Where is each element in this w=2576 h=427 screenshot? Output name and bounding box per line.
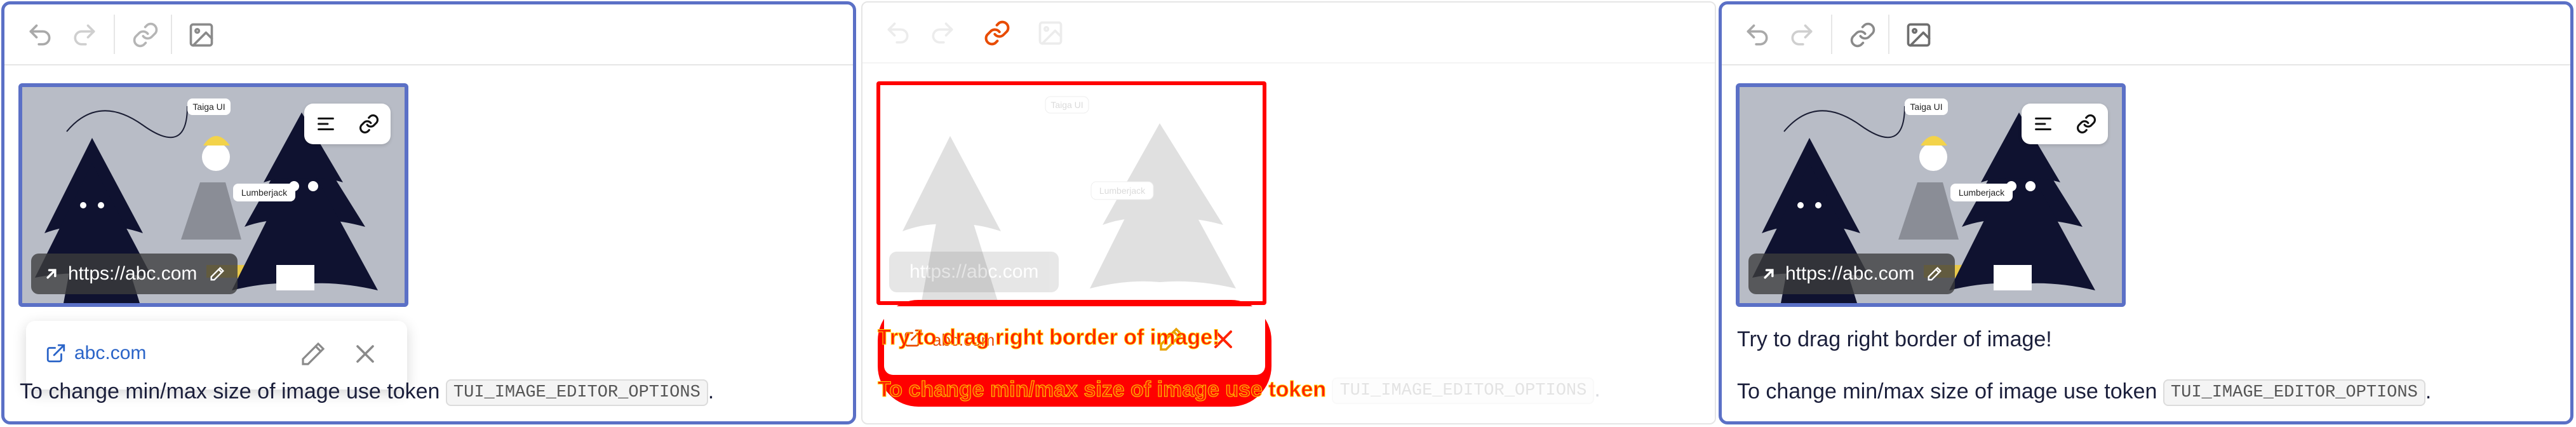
minmax-text: To change min/max size of image use toke… — [1737, 379, 2157, 403]
editor-panel-3: Taiga UI Lumberjack https://abc.com Try … — [1719, 1, 2573, 424]
editor-toolbar — [4, 4, 853, 65]
minmax-paragraph: To change min/max size of image use toke… — [878, 377, 1600, 405]
toolbar-separator — [114, 15, 115, 54]
undo-button[interactable] — [1741, 18, 1774, 51]
editor-panel-1: Taiga UI Lumberjack https://abc.com abc.… — [1, 1, 856, 424]
undo-icon — [29, 24, 51, 46]
image-button[interactable] — [1902, 18, 1935, 51]
external-link-icon — [46, 344, 65, 363]
link-icon[interactable] — [358, 113, 380, 135]
redo-icon — [74, 24, 95, 46]
link-preview-label[interactable]: abc.com — [74, 342, 146, 364]
link-button[interactable] — [1846, 18, 1879, 51]
minmax-text: To change min/max size of image use toke… — [20, 379, 440, 403]
link-icon — [1850, 22, 1875, 48]
lumberjack-label: Lumberjack — [1959, 187, 2005, 198]
undo-icon — [1747, 24, 1768, 46]
close-icon[interactable] — [350, 339, 380, 369]
period: . — [1594, 377, 1600, 402]
align-icon[interactable] — [2032, 113, 2054, 135]
lumberjack-label: Lumberjack — [1099, 186, 1146, 196]
image-button[interactable] — [185, 18, 218, 51]
token-code: TUI_IMAGE_EDITOR_OPTIONS — [2163, 379, 2425, 407]
image-link-url: https://abc.com — [68, 263, 198, 284]
image-link-url: https://abc.com — [1785, 263, 1915, 284]
align-icon[interactable] — [315, 113, 337, 135]
image-link-chip[interactable]: https://abc.com — [889, 252, 1059, 292]
image-button[interactable] — [1034, 17, 1067, 50]
toolbar-separator — [171, 15, 172, 54]
redo-button[interactable] — [926, 17, 959, 50]
undo-button[interactable] — [882, 17, 915, 50]
token-code: TUI_IMAGE_EDITOR_OPTIONS — [1332, 377, 1595, 405]
drag-hint-text: Try to drag right border of image! — [1737, 327, 2052, 351]
redo-icon — [1791, 24, 1813, 46]
image-link-chip[interactable]: https://abc.com — [31, 254, 238, 294]
image-block[interactable]: Taiga UI Lumberjack https://abc.com — [876, 81, 1266, 305]
editor-toolbar — [862, 3, 1715, 64]
minmax-text: To change min/max size of image use toke… — [878, 377, 1327, 402]
editor-panel-2: Taiga UI Lumberjack https://abc.com abc.… — [861, 1, 1716, 424]
redo-button[interactable] — [68, 18, 101, 51]
image-link-chip[interactable]: https://abc.com — [1748, 254, 1955, 294]
image-icon — [189, 23, 213, 47]
image-block[interactable]: Taiga UI Lumberjack https://abc.com — [18, 83, 408, 307]
toolbar-separator — [1888, 15, 1889, 54]
image-block[interactable]: Taiga UI Lumberjack https://abc.com — [1736, 83, 2126, 307]
taiga-ui-label: Taiga UI — [192, 102, 225, 112]
period: . — [708, 379, 714, 403]
undo-button[interactable] — [23, 18, 57, 51]
taiga-ui-label: Taiga UI — [1910, 102, 1942, 112]
minmax-paragraph: To change min/max size of image use toke… — [1737, 379, 2432, 407]
edit-icon[interactable] — [1926, 265, 1943, 283]
image-toolbar — [2022, 104, 2108, 144]
link-icon — [984, 20, 1010, 46]
redo-icon — [932, 22, 953, 44]
link-button[interactable] — [981, 17, 1014, 50]
lumberjack-label: Lumberjack — [241, 187, 288, 198]
arrow-up-right-icon — [1764, 269, 1774, 279]
edit-icon[interactable] — [298, 339, 328, 369]
editor-toolbar — [1722, 4, 2570, 65]
toolbar-separator — [1831, 15, 1832, 54]
link-icon[interactable] — [2076, 113, 2097, 135]
image-toolbar — [304, 104, 391, 144]
period: . — [2425, 379, 2432, 403]
edit-icon[interactable] — [208, 265, 226, 283]
image-link-url: https://abc.com — [909, 261, 1039, 282]
minmax-paragraph: To change min/max size of image use toke… — [20, 379, 714, 407]
token-code: TUI_IMAGE_EDITOR_OPTIONS — [445, 379, 708, 407]
arrow-up-right-icon — [46, 269, 57, 279]
link-icon — [133, 22, 158, 48]
redo-button[interactable] — [1785, 18, 1818, 51]
link-button[interactable] — [129, 18, 162, 51]
taiga-ui-label: Taiga UI — [1050, 100, 1083, 110]
drag-hint-text: Try to drag right border of image! — [877, 325, 1220, 350]
undo-icon — [887, 22, 909, 44]
image-icon — [1907, 23, 1931, 47]
image-icon — [1038, 21, 1063, 45]
